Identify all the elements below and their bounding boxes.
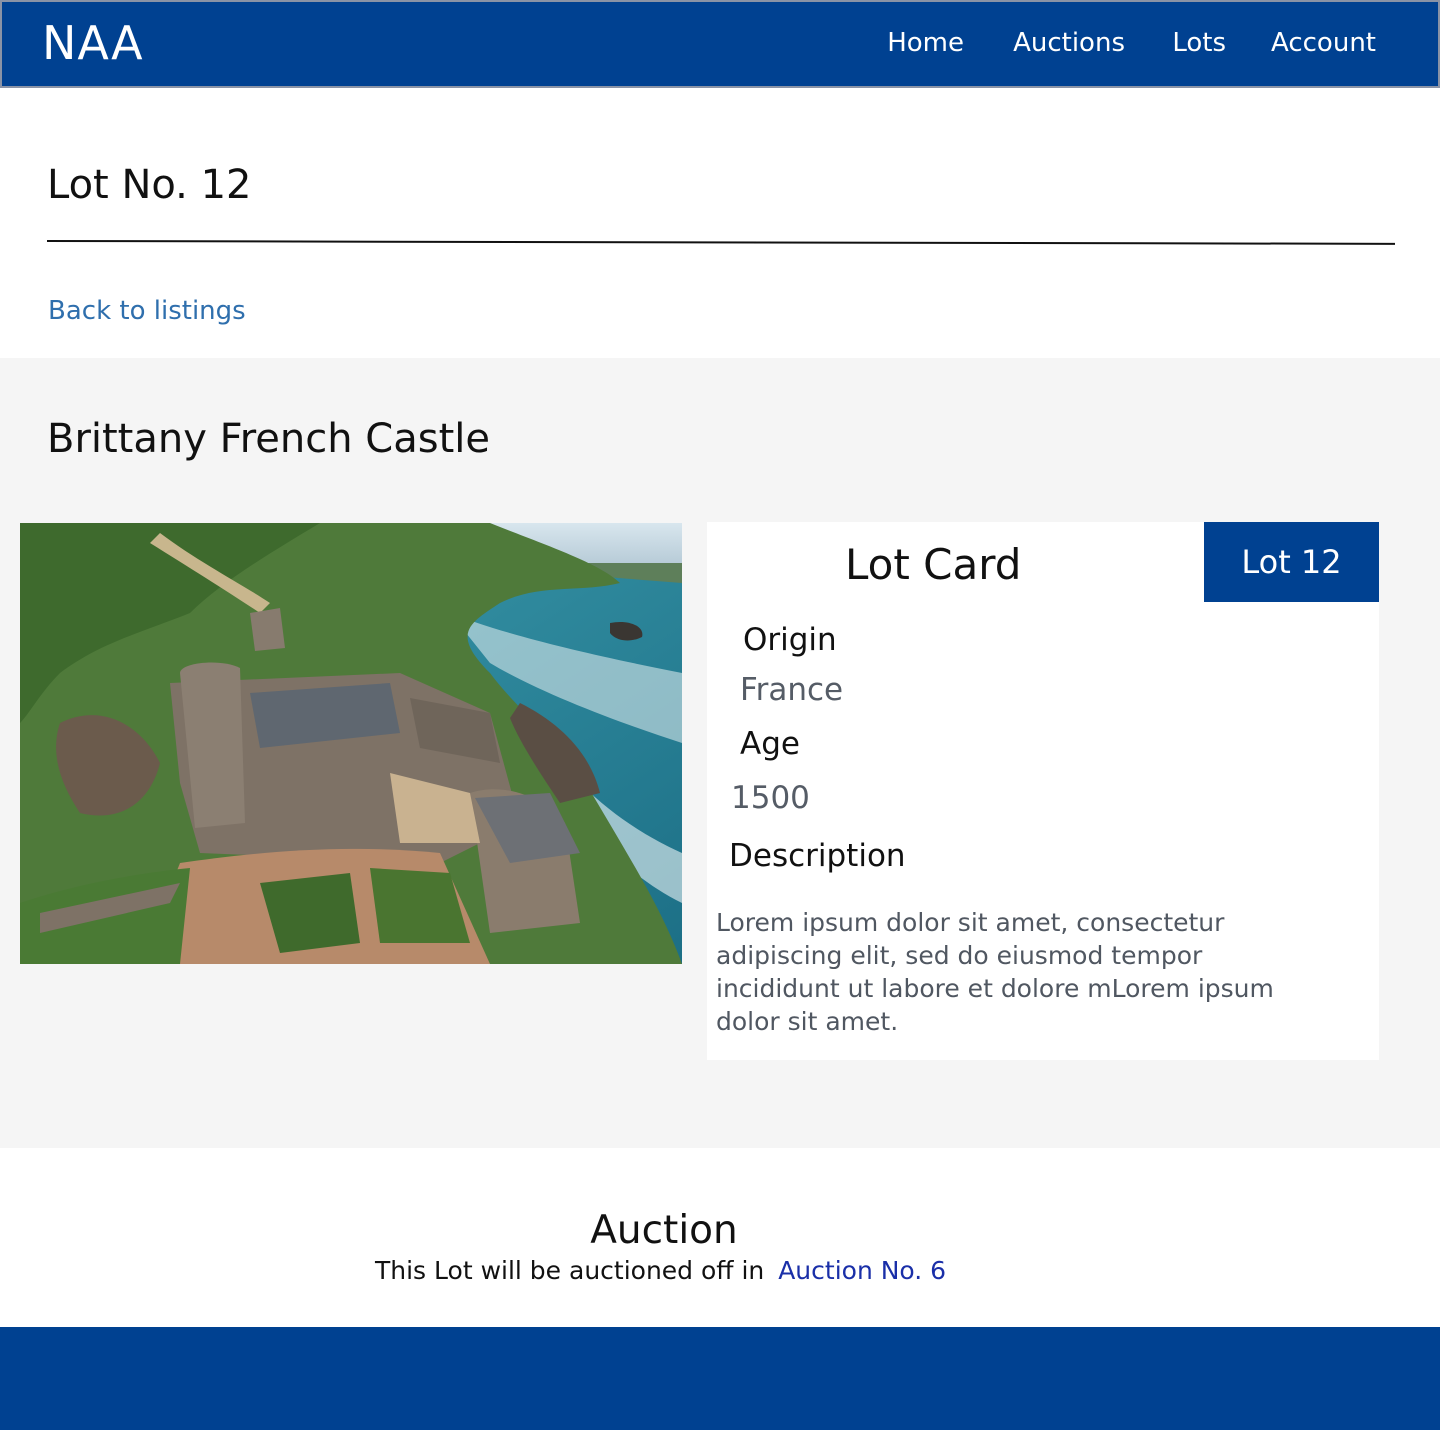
origin-value: France	[740, 672, 844, 708]
top-navigation-bar: NAA Home Auctions Lots Account	[0, 0, 1440, 88]
age-label: Age	[740, 726, 800, 762]
nav-account-link[interactable]: Account	[1271, 28, 1376, 58]
lot-photo	[20, 523, 682, 964]
lot-name-heading: Brittany French Castle	[47, 416, 490, 462]
title-divider	[46, 240, 1395, 245]
origin-label: Origin	[743, 622, 837, 658]
page-title: Lot No. 12	[47, 162, 252, 208]
age-value: 1500	[731, 780, 810, 816]
nav-auctions-link[interactable]: Auctions	[1013, 28, 1125, 58]
description-text: Lorem ipsum dolor sit amet, consectetur …	[716, 908, 1274, 1036]
nav-home-link[interactable]: Home	[887, 28, 964, 58]
lot-card: Lot Card Lot 12 Origin France Age 1500 D…	[707, 522, 1379, 1060]
description-label: Description	[729, 838, 906, 874]
auction-info-text: This Lot will be auctioned off in	[375, 1256, 765, 1285]
nav-lots-link[interactable]: Lots	[1172, 28, 1226, 58]
auction-link[interactable]: Auction No. 6	[778, 1256, 946, 1285]
auction-info: This Lot will be auctioned off in Auctio…	[375, 1256, 946, 1285]
back-to-listings-link[interactable]: Back to listings	[48, 296, 246, 326]
lot-number-badge: Lot 12	[1204, 522, 1379, 602]
lot-card-title: Lot Card	[845, 540, 1022, 589]
castle-image	[20, 523, 682, 964]
footer	[0, 1327, 1440, 1430]
lot-details-section: Brittany French Castle Lot Card Lot 12 O…	[0, 358, 1440, 1148]
brand-logo[interactable]: NAA	[42, 16, 144, 70]
auction-heading: Auction	[590, 1208, 738, 1253]
